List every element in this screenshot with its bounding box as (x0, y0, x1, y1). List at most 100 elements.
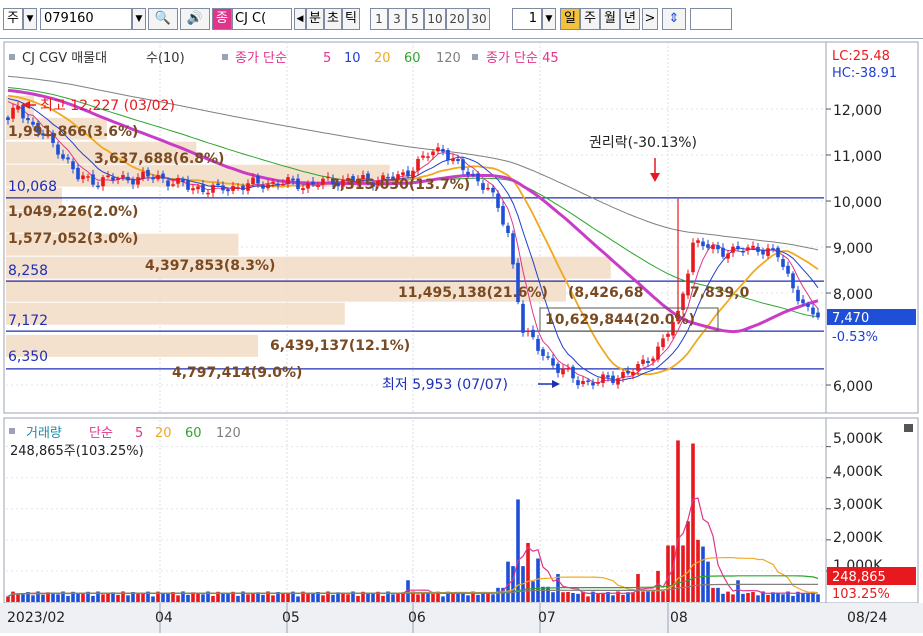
candle-down (511, 233, 515, 265)
candle-down (71, 161, 75, 170)
code-dropdown-icon[interactable]: ▼ (132, 8, 146, 30)
candle-down (786, 265, 790, 274)
volume-bar (236, 595, 240, 602)
legend-ma60: 60 (404, 51, 421, 66)
volume-bar (756, 595, 760, 602)
candle-up (316, 185, 320, 187)
candle-up (401, 172, 405, 176)
candle-down (91, 174, 95, 185)
interval-count-input[interactable]: 1 (512, 8, 542, 30)
candle-down (551, 358, 555, 366)
period-month-button[interactable]: 월 (600, 8, 620, 30)
unit-second-button[interactable]: 초 (324, 8, 342, 30)
candle-down (216, 183, 220, 186)
interval-1-button[interactable]: 1 (370, 8, 388, 30)
volume-bar (101, 594, 105, 602)
candle-down (76, 167, 80, 180)
unit-minute-button[interactable]: 분 (306, 8, 324, 30)
volume-bar (566, 592, 570, 602)
candle-up (286, 177, 290, 184)
candle-up (236, 187, 240, 189)
volume-bar (576, 593, 580, 602)
volume-bar (166, 592, 170, 602)
toolbar: 주 ▼ 079160 ▼ 🔍 🔊 종 CJ C( ◀ 분 초 틱 1 3 5 1… (0, 0, 923, 39)
volume-panel-close-icon[interactable] (904, 424, 913, 432)
candle-up (116, 178, 120, 180)
search-icon[interactable]: 🔍 (148, 8, 178, 30)
sound-icon[interactable]: 🔊 (180, 8, 210, 30)
volume-bar (641, 591, 645, 602)
volume-bar (686, 521, 690, 602)
unit-tick-label: 틱 (345, 11, 357, 26)
candle-down (446, 149, 450, 161)
volume-bar (816, 594, 820, 602)
stock-code-input[interactable]: 079160 (40, 8, 132, 30)
unit-tick-button[interactable]: 틱 (342, 8, 360, 30)
profile-label: 3,637,688(6.8%) (94, 151, 224, 167)
volume-bar (561, 592, 565, 602)
volume-bar (751, 592, 755, 602)
volume-bar (106, 592, 110, 602)
stock-name-field[interactable]: CJ C( (232, 8, 292, 30)
level-label: 10,068 (8, 179, 57, 195)
candle-down (161, 173, 165, 179)
candle-up (171, 184, 175, 186)
volume-bar (311, 592, 315, 602)
stock-name-value: CJ C( (235, 11, 267, 26)
candle-up (656, 346, 660, 360)
profile-label: 1,049,226(2.0%) (8, 204, 138, 220)
volume-bar (366, 593, 370, 602)
volume-bar (41, 594, 45, 602)
next-arrow-icon[interactable]: > (642, 8, 658, 30)
market-dropdown-icon[interactable]: ▼ (23, 8, 37, 30)
candle-up (106, 175, 110, 178)
volume-bar (486, 592, 490, 602)
candle-down (66, 157, 70, 160)
sort-updown-icon[interactable]: ⇕ (662, 8, 686, 30)
candle-down (491, 187, 495, 193)
level-label: 7,172 (8, 313, 48, 329)
volume-bar (226, 593, 230, 602)
interval-5-button[interactable]: 5 (406, 8, 424, 30)
period-day-button[interactable]: 일 (560, 8, 580, 30)
candle-down (536, 338, 540, 351)
price-axis-frame (825, 41, 919, 414)
volume-bar (731, 594, 735, 602)
legend-ma-square-icon (222, 54, 228, 60)
volume-bar (766, 594, 770, 602)
candle-up (321, 178, 325, 185)
profile-label: 4,797,414(9.0%) (172, 365, 302, 381)
volume-legend-title: 거래량 (26, 426, 62, 441)
candle-down (131, 178, 135, 185)
volume-bar (286, 593, 290, 602)
candle-down (706, 244, 710, 248)
interval-dropdown-icon[interactable]: ▼ (542, 8, 556, 30)
candle-down (311, 181, 315, 185)
candle-down (6, 117, 10, 121)
volume-bar (186, 594, 190, 602)
market-select[interactable]: 주 (3, 8, 23, 30)
interval-10-button[interactable]: 10 (424, 8, 446, 30)
candle-down (611, 375, 615, 384)
volume-bar (746, 592, 750, 602)
interval-20-button[interactable]: 20 (446, 8, 468, 30)
high-annotation: 최고 12,227 (03/02) (22, 98, 175, 114)
volume-bar (426, 592, 430, 602)
extra-input[interactable] (690, 8, 732, 30)
date-label: 04 (155, 610, 173, 626)
prev-arrow-icon[interactable]: ◀ (294, 8, 306, 30)
period-year-button[interactable]: 년 (620, 8, 640, 30)
candle-down (796, 289, 800, 302)
interval-3-button[interactable]: 3 (388, 8, 406, 30)
period-week-button[interactable]: 주 (580, 8, 600, 30)
interval-10-label: 10 (427, 12, 443, 26)
volume-bar (246, 594, 250, 602)
volume-bar (456, 592, 460, 602)
candle-down (701, 241, 705, 247)
volume-bar (76, 593, 80, 602)
candle-up (196, 186, 200, 190)
candle-down (456, 159, 460, 162)
candle-up (211, 184, 215, 193)
candle-up (751, 245, 755, 248)
interval-30-button[interactable]: 30 (468, 8, 490, 30)
